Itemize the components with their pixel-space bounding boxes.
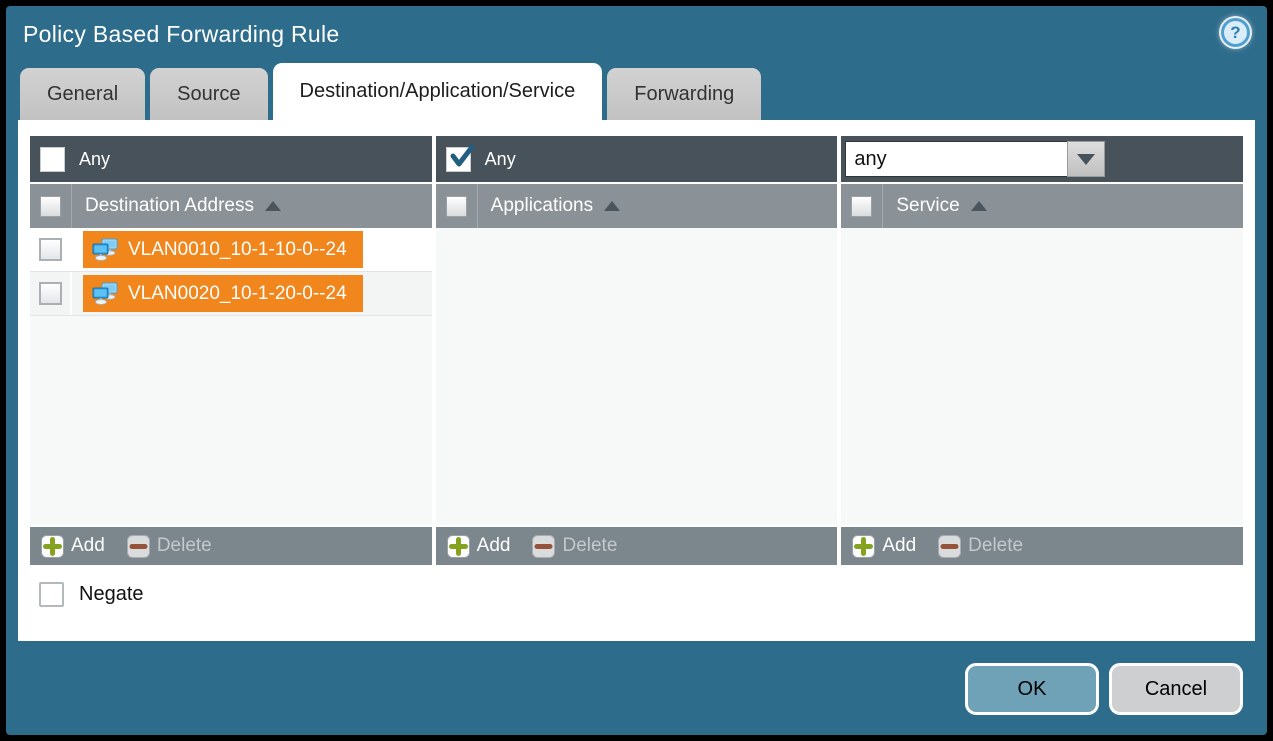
network-address-icon <box>92 282 119 305</box>
destination-list: VLAN0010_10-1-10-0--24 <box>30 228 432 525</box>
service-select-all-checkbox[interactable] <box>851 196 872 217</box>
delete-minus-icon <box>532 535 555 558</box>
ok-button[interactable]: OK <box>965 663 1099 715</box>
service-header-row: Service <box>841 184 1243 228</box>
dialog-footer: OK Cancel <box>965 663 1243 715</box>
applications-select-all-checkbox[interactable] <box>446 196 467 217</box>
table-row: VLAN0020_10-1-20-0--24 <box>30 272 432 316</box>
destination-address-entry[interactable]: VLAN0020_10-1-20-0--24 <box>83 275 363 312</box>
add-button-label: Add <box>477 535 511 557</box>
row-checkbox[interactable] <box>39 282 62 305</box>
help-icon[interactable]: ? <box>1221 18 1250 47</box>
service-dropdown <box>845 141 1105 177</box>
dropdown-button[interactable] <box>1067 141 1105 177</box>
add-button-label: Add <box>882 535 916 557</box>
applications-list <box>436 228 838 525</box>
service-list <box>841 228 1243 525</box>
delete-minus-icon <box>127 535 150 558</box>
sort-ascending-icon[interactable] <box>265 201 281 211</box>
add-plus-icon <box>41 535 64 558</box>
destination-any-label: Any <box>79 149 110 170</box>
applications-column: Any Applications <box>436 136 838 565</box>
add-button[interactable]: Add <box>41 535 105 558</box>
dialog-title: Policy Based Forwarding Rule <box>23 21 340 48</box>
destination-any-checkbox[interactable] <box>40 147 65 172</box>
screen: Policy Based Forwarding Rule ? General S… <box>0 0 1273 741</box>
table-row: VLAN0010_10-1-10-0--24 <box>30 228 432 272</box>
delete-button[interactable]: Delete <box>127 535 212 558</box>
tab-bar: General Source Destination/Application/S… <box>6 62 1267 120</box>
delete-button-label: Delete <box>968 535 1023 557</box>
applications-any-bar: Any <box>436 136 838 182</box>
row-checkbox-cell <box>30 272 72 315</box>
tab-destination-application-service[interactable]: Destination/Application/Service <box>273 63 603 120</box>
destination-address-label: VLAN0020_10-1-20-0--24 <box>128 283 347 305</box>
destination-select-all-checkbox[interactable] <box>40 196 61 217</box>
destination-address-label: VLAN0010_10-1-10-0--24 <box>128 239 347 261</box>
add-button-label: Add <box>71 535 105 557</box>
destination-address-entry[interactable]: VLAN0010_10-1-10-0--24 <box>83 231 363 268</box>
add-plus-icon <box>852 535 875 558</box>
destination-address-column: Any Destination Address <box>30 136 432 565</box>
checkmark-icon <box>448 142 478 172</box>
sort-ascending-icon[interactable] <box>604 201 620 211</box>
delete-button-label: Delete <box>157 535 212 557</box>
applications-header-row: Applications <box>436 184 838 228</box>
applications-any-label: Any <box>485 149 516 170</box>
delete-minus-icon <box>938 535 961 558</box>
applications-footer-bar: Add Delete <box>436 525 838 565</box>
destination-any-bar: Any <box>30 136 432 182</box>
add-button[interactable]: Add <box>852 535 916 558</box>
applications-any-checkbox[interactable] <box>446 147 471 172</box>
columns-container: Any Destination Address <box>18 120 1255 565</box>
destination-select-all-cell <box>30 184 72 228</box>
tab-content-panel: Any Destination Address <box>18 120 1255 641</box>
delete-button-label: Delete <box>562 535 617 557</box>
add-plus-icon <box>447 535 470 558</box>
tab-source[interactable]: Source <box>150 68 267 120</box>
service-column-header[interactable]: Service <box>896 195 959 217</box>
negate-label: Negate <box>79 583 144 606</box>
dialog-titlebar: Policy Based Forwarding Rule ? <box>6 6 1267 62</box>
service-dropdown-bar <box>841 136 1243 182</box>
negate-row: Negate <box>39 582 1255 607</box>
policy-based-forwarding-dialog: Policy Based Forwarding Rule ? General S… <box>6 6 1267 735</box>
row-checkbox[interactable] <box>39 238 62 261</box>
sort-ascending-icon[interactable] <box>971 201 987 211</box>
tab-forwarding[interactable]: Forwarding <box>607 68 761 120</box>
service-dropdown-input[interactable] <box>845 141 1067 177</box>
destination-footer-bar: Add Delete <box>30 525 432 565</box>
add-button[interactable]: Add <box>447 535 511 558</box>
destination-column-header[interactable]: Destination Address <box>85 195 254 217</box>
row-checkbox-cell <box>30 228 72 271</box>
applications-select-all-cell <box>436 184 478 228</box>
service-column: Service Add <box>841 136 1243 565</box>
cancel-button[interactable]: Cancel <box>1109 663 1243 715</box>
tab-general[interactable]: General <box>20 68 145 120</box>
service-select-all-cell <box>841 184 883 228</box>
network-address-icon <box>92 238 119 261</box>
delete-button[interactable]: Delete <box>532 535 617 558</box>
destination-header-row: Destination Address <box>30 184 432 228</box>
delete-button[interactable]: Delete <box>938 535 1023 558</box>
applications-column-header[interactable]: Applications <box>491 195 593 217</box>
service-footer-bar: Add Delete <box>841 525 1243 565</box>
chevron-down-icon <box>1077 154 1095 165</box>
negate-checkbox[interactable] <box>39 582 64 607</box>
